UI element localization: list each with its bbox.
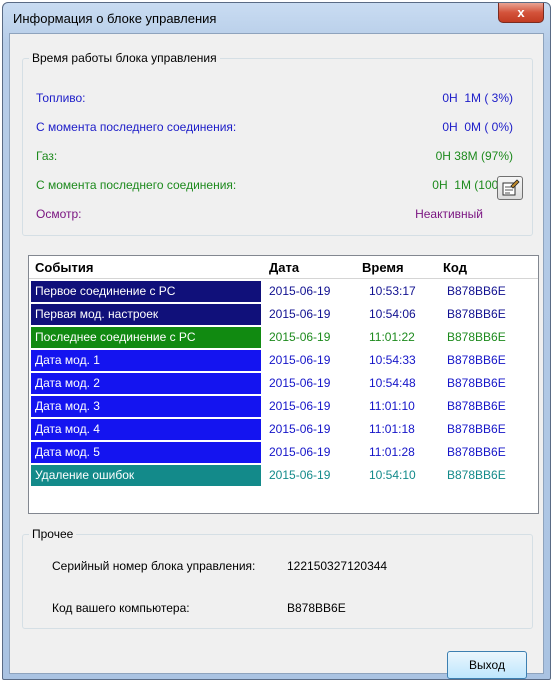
edit-icon: [502, 179, 520, 196]
event-time-cell: 11:01:18: [369, 422, 415, 436]
event-code-cell: B878BB6E: [447, 330, 506, 344]
uptime-row: Осмотр: Неактивный: [36, 207, 483, 223]
exit-button[interactable]: Выход: [447, 651, 527, 679]
uptime-row-label: С момента последнего соединения:: [36, 120, 237, 134]
dialog-window: Информация о блоке управления x Время ра…: [2, 2, 551, 680]
event-name-cell: Дата мод. 1: [31, 350, 261, 371]
table-row[interactable]: Удаление ошибок 2015-06-19 10:54:10 B878BB6…: [29, 464, 538, 487]
table-row[interactable]: Дата мод. 4 2015-06-19 11:01:18 B878BB6E: [29, 418, 538, 441]
table-row[interactable]: Дата мод. 2 2015-06-19 10:54:48 B878BB6E: [29, 372, 538, 395]
event-date-cell: 2015-06-19: [269, 330, 331, 344]
serial-number-label: Серийный номер блока управления:: [52, 559, 256, 573]
event-date-cell: 2015-06-19: [269, 284, 331, 298]
title-bar[interactable]: Информация о блоке управления x: [3, 3, 550, 33]
event-time-cell: 10:54:33: [369, 353, 416, 367]
event-name-cell: Дата мод. 5: [31, 442, 261, 463]
uptime-row: Газ: 0H 38M (97%): [36, 149, 513, 165]
table-row[interactable]: Последнее соединение с PC 2015-06-19 11:01…: [29, 326, 538, 349]
inspection-edit-button[interactable]: [497, 176, 523, 200]
events-table-header: События Дата Время Код: [29, 256, 538, 279]
event-date-cell: 2015-06-19: [269, 376, 331, 390]
events-table[interactable]: События Дата Время Код Первое соединение…: [28, 255, 539, 514]
event-date-cell: 2015-06-19: [269, 307, 331, 321]
table-row[interactable]: Дата мод. 1 2015-06-19 10:54:33 B878BB6E: [29, 349, 538, 372]
event-name-cell: Первая мод. настроек: [31, 304, 261, 325]
table-row[interactable]: Дата мод. 5 2015-06-19 11:01:28 B878BB6E: [29, 441, 538, 464]
dialog-client-area: Время работы блока управления Топливо: 0H…: [9, 33, 544, 679]
event-date-cell: 2015-06-19: [269, 422, 331, 436]
uptime-row-label: С момента последнего соединения:: [36, 178, 237, 192]
column-header-event[interactable]: События: [35, 260, 93, 275]
uptime-row-label: Газ:: [36, 149, 58, 163]
event-time-cell: 10:53:17: [369, 284, 416, 298]
event-code-cell: B878BB6E: [447, 468, 506, 482]
event-date-cell: 2015-06-19: [269, 353, 331, 367]
column-header-code[interactable]: Код: [443, 260, 467, 275]
event-date-cell: 2015-06-19: [269, 445, 331, 459]
table-row[interactable]: Первая мод. настроек 2015-06-19 10:54:06 B8…: [29, 303, 538, 326]
event-name-cell: Дата мод. 2: [31, 373, 261, 394]
uptime-group-title: Время работы блока управления: [32, 51, 217, 65]
column-header-date[interactable]: Дата: [269, 260, 299, 275]
event-code-cell: B878BB6E: [447, 353, 506, 367]
event-name-cell: Первое соединение с PC: [31, 281, 261, 302]
event-name-cell: Последнее соединение с PC: [31, 327, 261, 348]
column-header-time[interactable]: Время: [362, 260, 404, 275]
event-date-cell: 2015-06-19: [269, 468, 331, 482]
uptime-row-value: 0H 1M ( 3%): [442, 91, 513, 105]
pc-code-value: B878BB6E: [287, 601, 346, 615]
event-code-cell: B878BB6E: [447, 307, 506, 321]
pc-code-label: Код вашего компьютера:: [52, 601, 190, 615]
event-name-cell: Дата мод. 3: [31, 396, 261, 417]
window-title: Информация о блоке управления: [13, 11, 217, 26]
uptime-row-label: Топливо:: [36, 91, 86, 105]
uptime-row-value: Неактивный: [415, 207, 483, 221]
event-time-cell: 11:01:10: [369, 399, 415, 413]
uptime-row-value: 0H 38M (97%): [435, 149, 513, 163]
event-date-cell: 2015-06-19: [269, 399, 331, 413]
table-row[interactable]: Дата мод. 3 2015-06-19 11:01:10 B878BB6E: [29, 395, 538, 418]
event-code-cell: B878BB6E: [447, 399, 506, 413]
close-icon: x: [517, 5, 525, 20]
uptime-row-label: Осмотр:: [36, 207, 82, 221]
uptime-row: С момента последнего соединения: 0H 1M (1…: [36, 178, 513, 194]
event-code-cell: B878BB6E: [447, 284, 506, 298]
event-code-cell: B878BB6E: [447, 445, 506, 459]
event-time-cell: 11:01:28: [369, 445, 415, 459]
event-code-cell: B878BB6E: [447, 422, 506, 436]
other-group-title: Прочее: [32, 527, 74, 541]
event-time-cell: 10:54:48: [369, 376, 416, 390]
event-code-cell: B878BB6E: [447, 376, 506, 390]
table-row[interactable]: Первое соединение с PC 2015-06-19 10:53:17…: [29, 280, 538, 303]
event-time-cell: 10:54:10: [369, 468, 416, 482]
close-button[interactable]: x: [498, 3, 544, 23]
event-time-cell: 10:54:06: [369, 307, 416, 321]
event-name-cell: Удаление ошибок: [31, 465, 261, 486]
uptime-row-value: 0H 0M ( 0%): [442, 120, 513, 134]
event-name-cell: Дата мод. 4: [31, 419, 261, 440]
uptime-row: Топливо: 0H 1M ( 3%): [36, 91, 513, 107]
serial-number-value: 122150327120344: [287, 559, 388, 573]
event-time-cell: 11:01:22: [369, 330, 415, 344]
uptime-row: С момента последнего соединения: 0H 0M ( …: [36, 120, 513, 136]
